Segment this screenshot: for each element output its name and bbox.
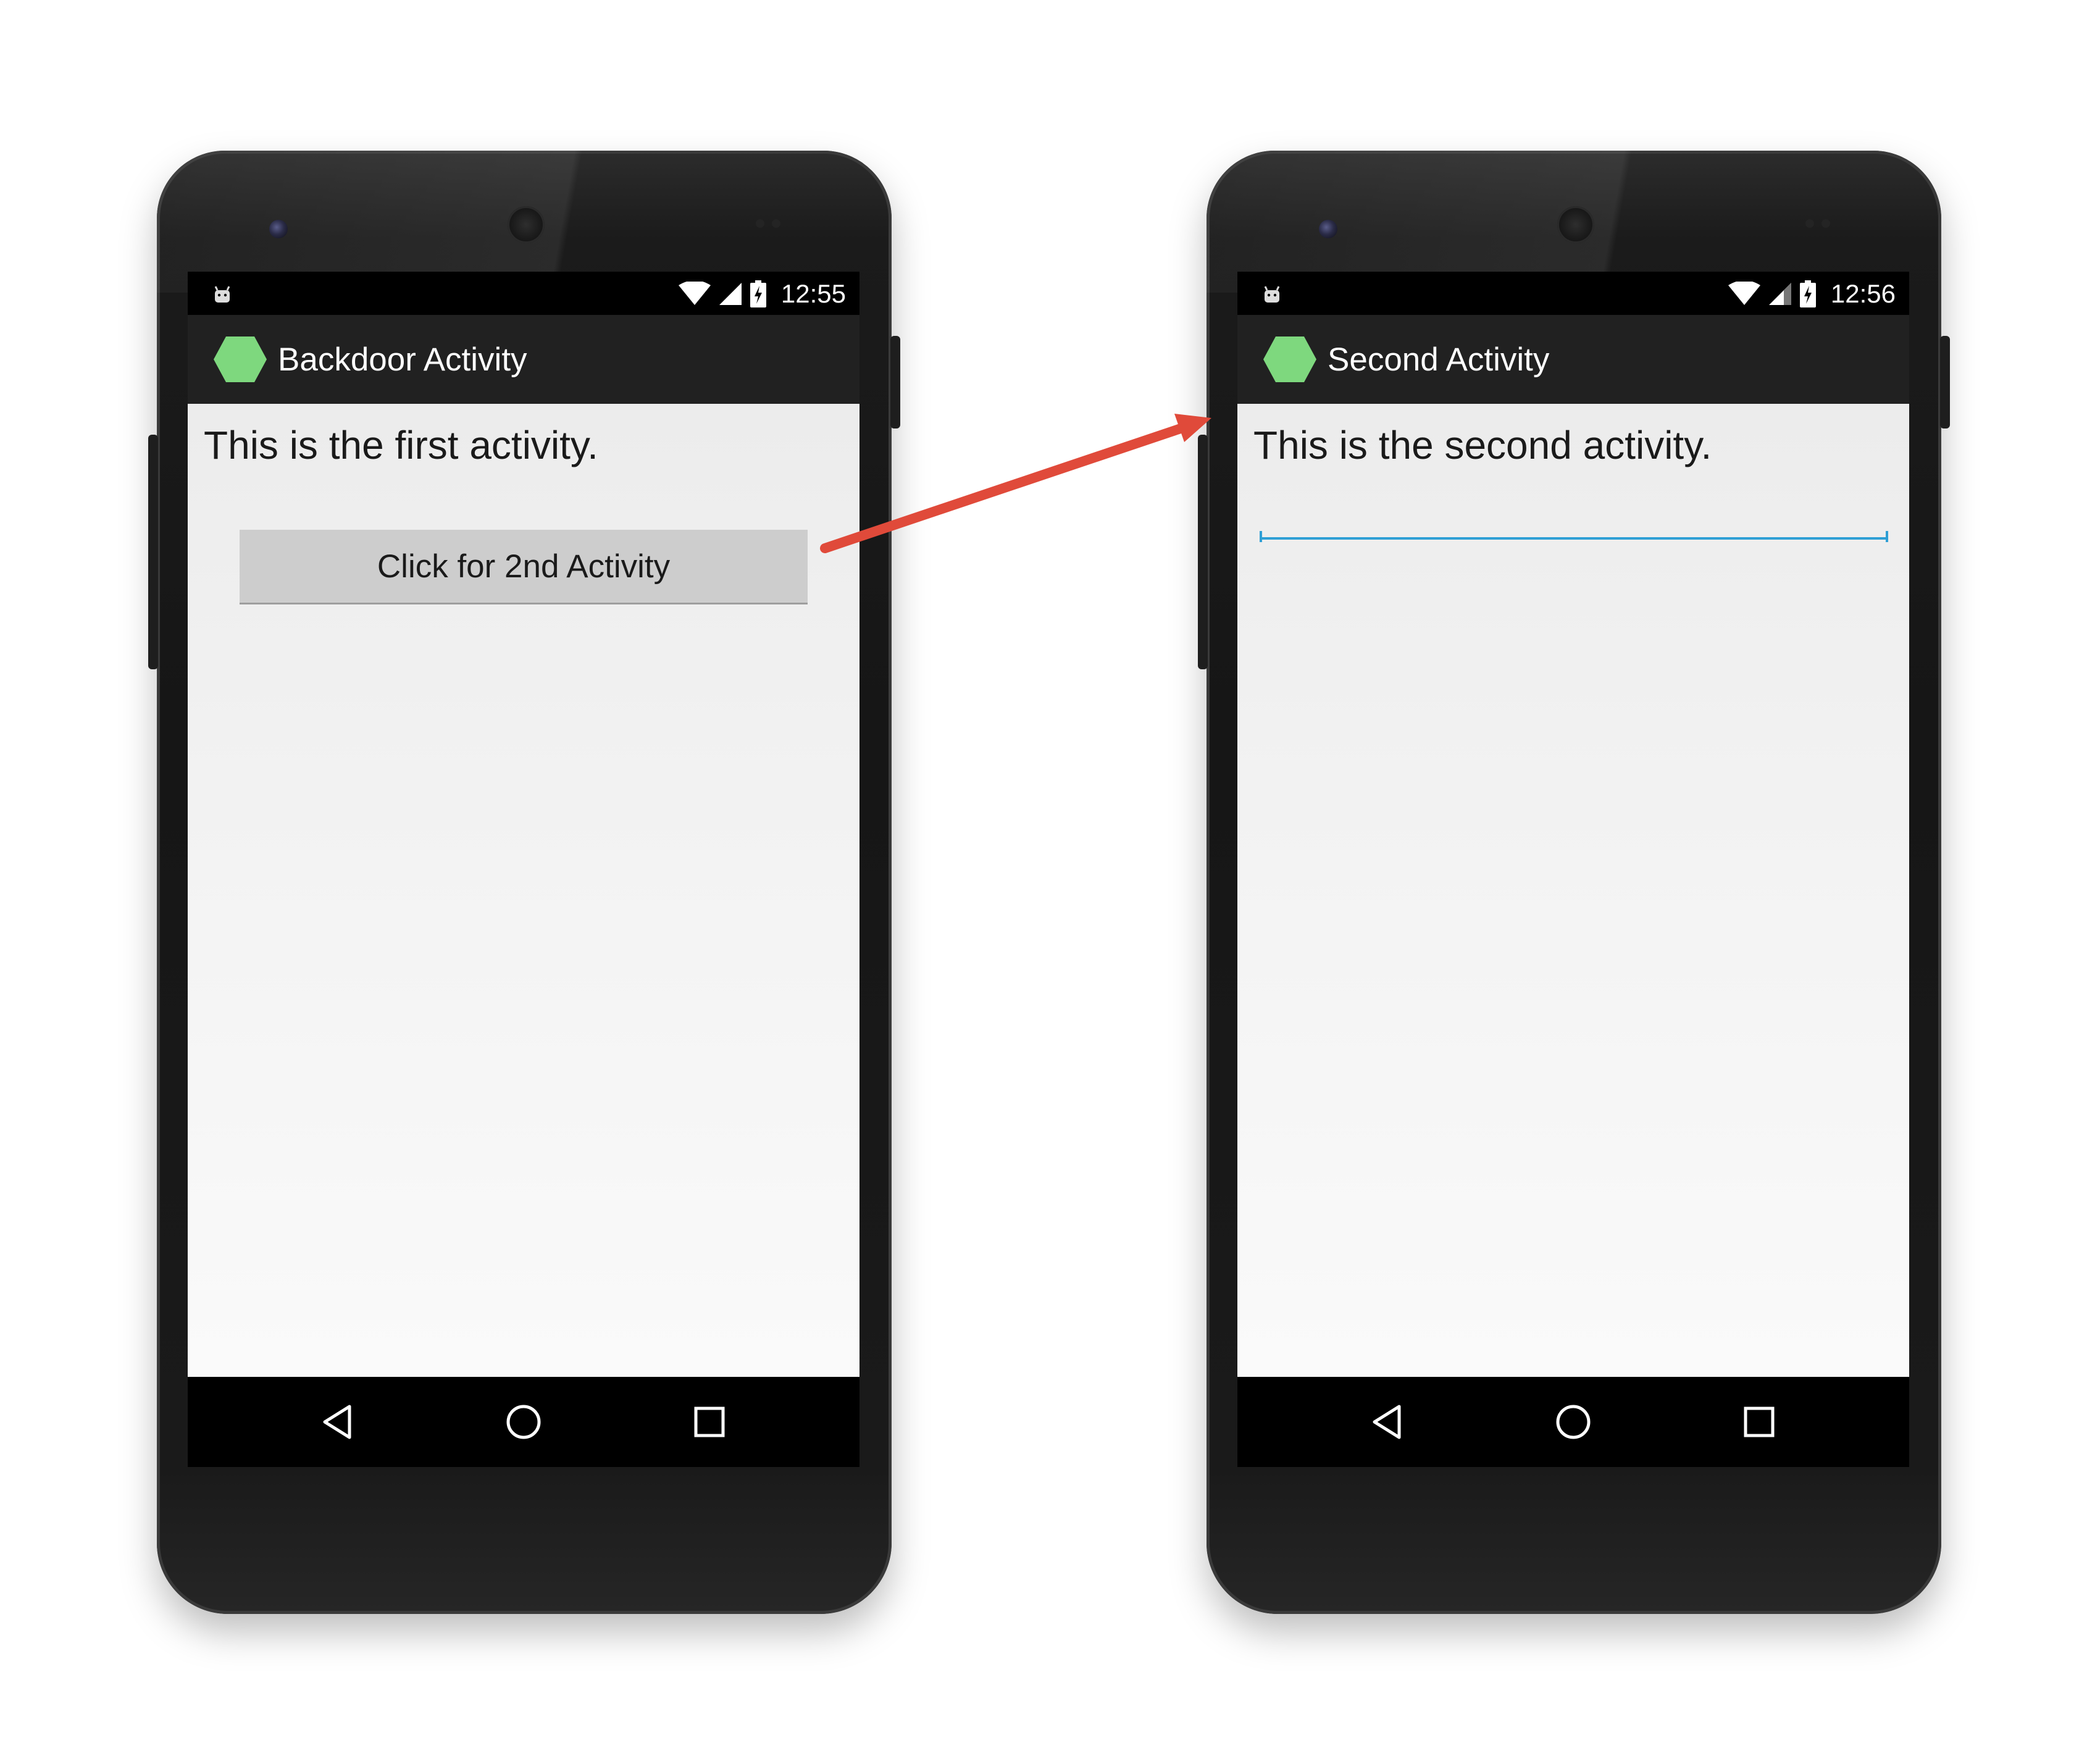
power-button <box>890 336 900 428</box>
android-notification-icon <box>1264 286 1280 303</box>
navigation-bar <box>1237 1377 1909 1467</box>
navigation-bar <box>188 1377 859 1467</box>
wifi-icon <box>1728 282 1760 305</box>
front-camera <box>269 220 288 238</box>
action-bar-title: Backdoor Activity <box>278 341 527 378</box>
status-icons: 12:56 <box>1727 278 1896 310</box>
phone-screen: 12:55 Backdoor Activity This is the firs… <box>188 272 859 1467</box>
action-bar: Second Activity <box>1237 315 1909 404</box>
action-bar: Backdoor Activity <box>188 315 859 404</box>
text-input-field[interactable] <box>1260 503 1888 540</box>
back-icon[interactable] <box>319 1402 359 1442</box>
phone-second-activity: 12:56 Second Activity This is the second… <box>1198 151 1950 1614</box>
earpiece-speaker <box>1557 206 1594 243</box>
status-clock: 12:56 <box>1830 279 1896 308</box>
proximity-sensors <box>756 219 793 231</box>
front-camera <box>1319 220 1337 238</box>
volume-button <box>148 435 158 669</box>
wifi-icon <box>678 282 711 305</box>
volume-button <box>1198 435 1208 669</box>
power-button <box>1940 336 1950 428</box>
open-second-activity-button[interactable]: Click for 2nd Activity <box>240 530 808 603</box>
proximity-sensors <box>1805 219 1842 231</box>
hexagon-app-icon <box>214 336 267 382</box>
home-icon[interactable] <box>1553 1402 1594 1442</box>
status-clock: 12:55 <box>780 279 846 308</box>
hexagon-app-icon <box>1263 336 1316 382</box>
earpiece-speaker <box>508 206 545 243</box>
activity-content: This is the first activity. Click for 2n… <box>188 404 859 1377</box>
cell-signal-icon <box>1768 283 1791 305</box>
activity-text: This is the first activity. <box>204 423 598 467</box>
status-bar: 12:56 <box>1237 272 1909 315</box>
activity-content: This is the second activity. <box>1237 404 1909 1377</box>
cell-signal-icon <box>719 283 742 305</box>
battery-charging-icon <box>1799 280 1816 307</box>
home-icon[interactable] <box>503 1402 544 1442</box>
back-icon[interactable] <box>1368 1402 1409 1442</box>
activity-text: This is the second activity. <box>1253 423 1712 467</box>
phone-screen: 12:56 Second Activity This is the second… <box>1237 272 1909 1467</box>
recent-apps-icon[interactable] <box>1739 1402 1780 1442</box>
status-bar: 12:55 <box>188 272 859 315</box>
status-icons: 12:55 <box>677 278 846 310</box>
screenshot-stage: 12:55 Backdoor Activity This is the firs… <box>0 0 2087 1764</box>
action-bar-title: Second Activity <box>1328 341 1550 378</box>
android-notification-icon <box>214 286 230 303</box>
phone-first-activity: 12:55 Backdoor Activity This is the firs… <box>148 151 900 1614</box>
battery-charging-icon <box>750 280 766 307</box>
recent-apps-icon[interactable] <box>689 1402 730 1442</box>
